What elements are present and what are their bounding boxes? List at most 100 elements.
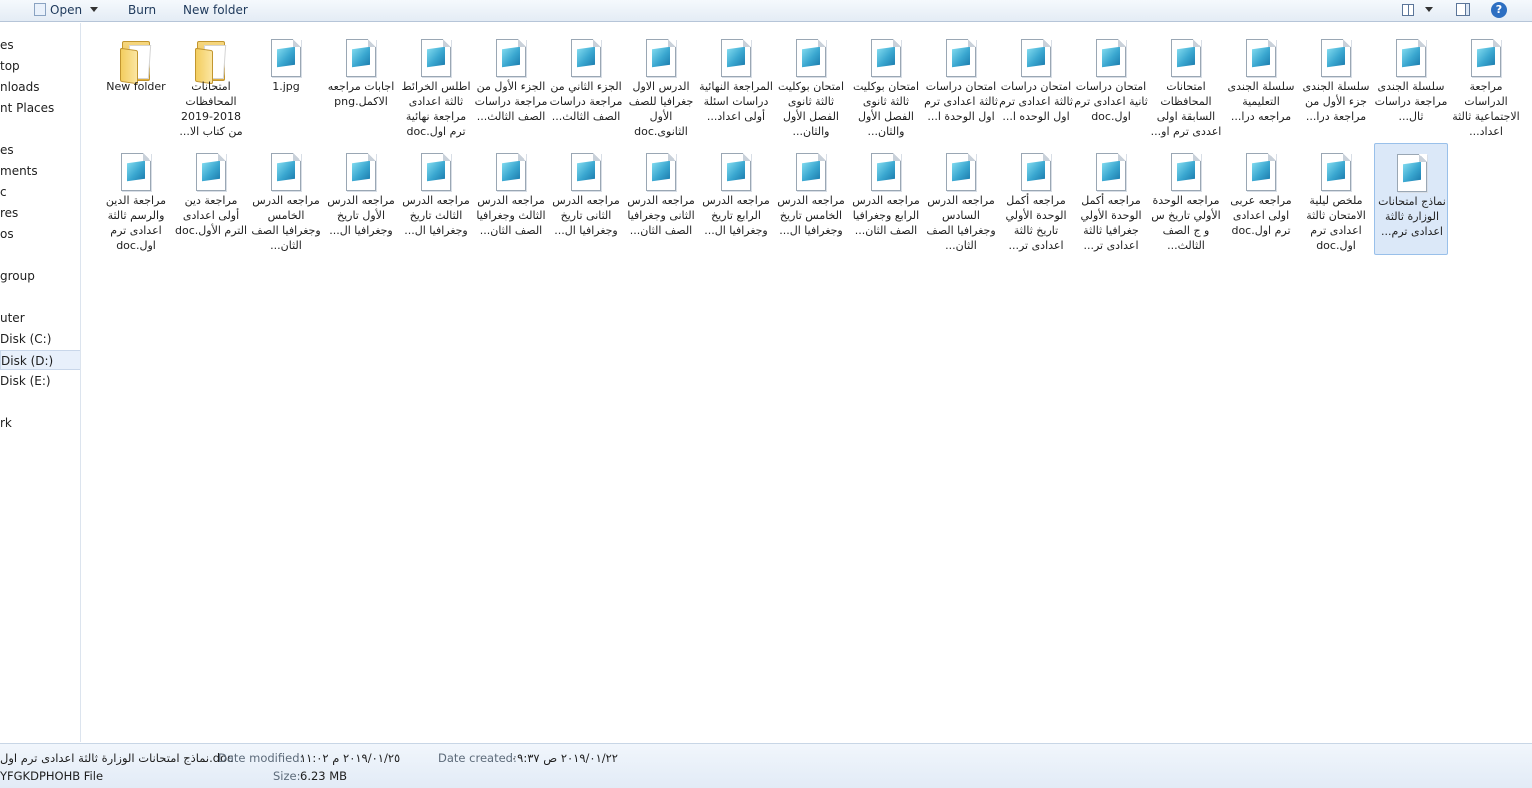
file-item[interactable]: مراجعه أكمل الوحدة الأولي تاريخ ثالثة اع… bbox=[999, 143, 1073, 255]
file-item[interactable]: اجابات مراجعه الاكمل.png bbox=[324, 29, 398, 141]
preview-pane-button[interactable] bbox=[1454, 1, 1472, 19]
file-name-label: اجابات مراجعه الاكمل.png bbox=[327, 80, 395, 108]
file-name-label: مراجعه الدرس الأول تاريخ وجغرافيا ال... bbox=[327, 194, 395, 237]
document-icon bbox=[193, 153, 227, 193]
file-name-label: امتحان دراسات ثالثة اعدادى ترم اول الوحد… bbox=[999, 80, 1073, 123]
nav-item[interactable]: os bbox=[0, 224, 80, 244]
nav-item[interactable]: Disk (C:) bbox=[0, 329, 80, 349]
file-item[interactable]: مراجعه الدرس الخامس وجغرافيا الصف الثان.… bbox=[249, 143, 323, 255]
date-created-label: Date created: bbox=[438, 751, 517, 765]
document-icon bbox=[418, 153, 452, 193]
file-item[interactable]: 1.jpg bbox=[249, 29, 323, 141]
nav-item[interactable]: c bbox=[0, 182, 80, 202]
file-name-label: سلسلة الجندى جزء الأول من مراجعة درا... bbox=[1302, 80, 1370, 123]
file-name-label: امتحان بوكليت ثالثة ثانوى الفصل الأول وا… bbox=[852, 80, 920, 138]
help-button[interactable]: ? bbox=[1490, 1, 1508, 19]
chevron-down-icon bbox=[1425, 7, 1433, 12]
file-item[interactable]: امتحان دراسات ثانية اعدادى ترم اول.doc bbox=[1074, 29, 1148, 141]
file-item[interactable]: الجزء الثاني من مراجعة دراسات الصف الثال… bbox=[549, 29, 623, 141]
file-item[interactable]: مراجعه أكمل الوحدة الأولي جغرافيا ثالثة … bbox=[1074, 143, 1148, 255]
file-item[interactable]: نماذج امتحانات الوزارة ثالثة اعدادى ترم.… bbox=[1374, 143, 1448, 255]
file-name-label: مراجعه الدرس السادس وجغرافيا الصف الثان.… bbox=[926, 194, 996, 252]
file-item[interactable]: مراجعه الدرس الخامس تاريخ وجغرافيا ال... bbox=[774, 143, 848, 255]
file-item[interactable]: مراجعه الدرس الثانى وجغرافيا الصف الثان.… bbox=[624, 143, 698, 255]
chevron-down-icon bbox=[90, 7, 99, 12]
file-item[interactable]: مراجعه عربى اولى اعدادى ترم اول.doc bbox=[1224, 143, 1298, 255]
file-item[interactable]: سلسلة الجندى جزء الأول من مراجعة درا... bbox=[1299, 29, 1373, 141]
file-item[interactable]: مراجعه الدرس الرابع تاريخ وجغرافيا ال... bbox=[699, 143, 773, 255]
file-item[interactable]: المراجعة النهائية دراسات اسئلة أولى اعدا… bbox=[699, 29, 773, 141]
file-item[interactable]: مراجعه الدرس الثالث تاريخ وجغرافيا ال... bbox=[399, 143, 473, 255]
navigation-pane: es top nloads nt Places es ments c res os group ut… bbox=[0, 23, 81, 742]
file-item[interactable]: الجزء الأول من مراجعة دراسات الصف الثالث… bbox=[474, 29, 548, 141]
document-icon bbox=[418, 39, 452, 79]
date-created-value: ٢٠١٩/٠١/٢٢ ص ٠٩:٣٧ bbox=[511, 751, 618, 765]
nav-item[interactable]: nloads bbox=[0, 77, 80, 97]
file-name-label: ملخص ليلية الامتحان ثالثة اعدادى ترم اول… bbox=[1306, 194, 1366, 252]
document-icon bbox=[643, 39, 677, 79]
file-name-label: مراجعه الدرس الثانى تاريخ وجغرافيا ال... bbox=[552, 194, 620, 237]
file-item[interactable]: مراجعه الوحدة الأولي تاريخ س و ج الصف ال… bbox=[1149, 143, 1223, 255]
file-item[interactable]: سلسلة الجندى مراجعة دراسات ثال... bbox=[1374, 29, 1448, 141]
file-item[interactable]: مراجعة دين أولى اعدادى الترم الأول.doc bbox=[174, 143, 248, 255]
details-filename: نماذج امتحانات الوزارة ثالثة اعدادى ترم … bbox=[0, 751, 234, 765]
file-item[interactable]: امتحانات المحافظات السابقة اولى اعددى تر… bbox=[1149, 29, 1223, 141]
nav-item[interactable]: es bbox=[0, 35, 80, 55]
file-item[interactable]: مراجعه الدرس الثالث وجغرافيا الصف الثان.… bbox=[474, 143, 548, 255]
nav-item[interactable]: Disk (E:) bbox=[0, 371, 80, 391]
file-name-label: امتحانات المحافظات السابقة اولى اعددى تر… bbox=[1150, 80, 1222, 138]
file-item[interactable]: الدرس الاول جغرافيا للصف الأول الثانوى.d… bbox=[624, 29, 698, 141]
document-icon bbox=[868, 153, 902, 193]
file-item[interactable]: اطلس الخرائط ثالثة اعدادى مراجعة نهائية … bbox=[399, 29, 473, 141]
file-item[interactable]: امتحان دراسات ثالثة اعدادى ترم اول الوحد… bbox=[924, 29, 998, 141]
file-item[interactable]: مراجعه الدرس الأول تاريخ وجغرافيا ال... bbox=[324, 143, 398, 255]
command-toolbar: Open Burn New folder ? bbox=[0, 0, 1532, 22]
file-item[interactable]: ملخص ليلية الامتحان ثالثة اعدادى ترم اول… bbox=[1299, 143, 1373, 255]
file-item[interactable]: امتحان بوكليت ثالثة ثانوى الفصل الأول وا… bbox=[849, 29, 923, 141]
file-name-label: مراجعه أكمل الوحدة الأولي تاريخ ثالثة اع… bbox=[1005, 194, 1067, 252]
file-item[interactable]: مراجعة الدين والرسم ثالثة اعدادى ترم اول… bbox=[99, 143, 173, 255]
open-button[interactable]: Open bbox=[30, 1, 102, 19]
file-item[interactable]: امتحان دراسات ثالثة اعدادى ترم اول الوحد… bbox=[999, 29, 1073, 141]
document-icon bbox=[268, 153, 302, 193]
document-icon bbox=[1318, 39, 1352, 79]
folder-icon bbox=[193, 39, 227, 85]
file-item[interactable]: مراجعه الدرس الثانى تاريخ وجغرافيا ال... bbox=[549, 143, 623, 255]
new-folder-button[interactable]: New folder bbox=[179, 1, 252, 19]
nav-item[interactable]: group bbox=[0, 266, 80, 286]
file-name-label: 1.jpg bbox=[272, 80, 300, 93]
burn-button[interactable]: Burn bbox=[124, 1, 160, 19]
view-options-button[interactable] bbox=[1423, 1, 1435, 19]
nav-item[interactable]: es bbox=[0, 140, 80, 160]
document-icon bbox=[568, 39, 602, 79]
nav-item[interactable]: top bbox=[0, 56, 80, 76]
file-item[interactable]: سلسلة الجندى التعليمية مراجعه درا... bbox=[1224, 29, 1298, 141]
file-name-label: مراجعه الدرس الرابع وجغرافيا الصف الثان.… bbox=[852, 194, 920, 237]
file-name-label: مراجعة دين أولى اعدادى الترم الأول.doc bbox=[175, 194, 247, 237]
document-icon bbox=[1168, 39, 1202, 79]
nav-item[interactable]: rk bbox=[0, 413, 80, 433]
document-icon bbox=[1018, 153, 1052, 193]
folder-item[interactable]: New folder bbox=[99, 29, 173, 141]
nav-item[interactable]: res bbox=[0, 203, 80, 223]
nav-item[interactable]: nt Places bbox=[0, 98, 80, 118]
file-name-label: مراجعه الدرس الثالث تاريخ وجغرافيا ال... bbox=[402, 194, 470, 237]
folder-item[interactable]: امتحانات المحافظات 2018-2019 من كتاب الا… bbox=[174, 29, 248, 141]
document-icon bbox=[1093, 153, 1127, 193]
file-item[interactable]: امتحان بوكليت ثالثة ثانوى الفصل الأول وا… bbox=[774, 29, 848, 141]
file-item[interactable]: مراجعة الدراسات الاجتماعية ثالثة اعداد..… bbox=[1449, 29, 1523, 141]
file-name-label: مراجعه الوحدة الأولي تاريخ س و ج الصف ال… bbox=[1151, 194, 1221, 252]
size-label: Size: bbox=[273, 769, 301, 783]
file-name-label: نماذج امتحانات الوزارة ثالثة اعدادى ترم.… bbox=[1378, 195, 1446, 238]
nav-item[interactable]: ments bbox=[0, 161, 80, 181]
file-item[interactable]: مراجعه الدرس السادس وجغرافيا الصف الثان.… bbox=[924, 143, 998, 255]
document-icon bbox=[943, 153, 977, 193]
change-view-button[interactable] bbox=[1400, 1, 1416, 19]
file-item[interactable]: مراجعه الدرس الرابع وجغرافيا الصف الثان.… bbox=[849, 143, 923, 255]
nav-item[interactable]: uter bbox=[0, 308, 80, 328]
document-icon bbox=[568, 153, 602, 193]
nav-item[interactable]: Disk (D:) bbox=[0, 350, 80, 370]
file-name-label: اطلس الخرائط ثالثة اعدادى مراجعة نهائية … bbox=[401, 80, 471, 138]
file-name-label: مراجعه الدرس الثانى وجغرافيا الصف الثان.… bbox=[627, 194, 695, 237]
file-name-label: مراجعه الدرس الرابع تاريخ وجغرافيا ال... bbox=[702, 194, 770, 237]
